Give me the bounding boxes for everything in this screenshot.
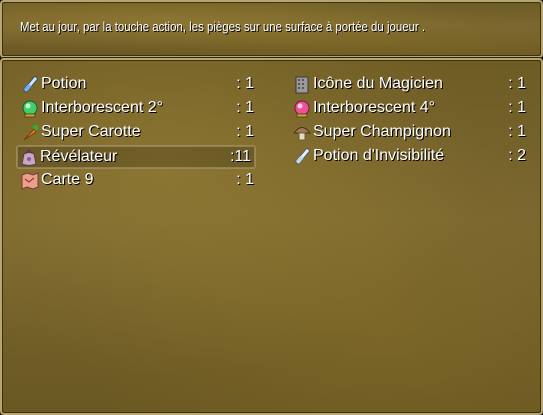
item-potion-invisibilite[interactable]: Potion d'Invisibilité : 2 <box>290 145 530 169</box>
potion-icon <box>295 148 310 165</box>
carrot-icon <box>23 124 39 141</box>
bag-icon <box>21 149 37 166</box>
item-list-window: Potion : 1 Icône du Magicien : 1 Interbo… <box>0 58 543 415</box>
help-window: Met au jour, par la touche action, les p… <box>0 0 543 58</box>
green-orb-icon <box>22 100 38 118</box>
item-revelateur[interactable]: Révélateur :11 <box>16 145 256 169</box>
item-interborescent-2[interactable]: Interborescent 2° : 1 <box>18 97 258 121</box>
item-carte-9[interactable]: Carte 9 : 1 <box>18 169 258 193</box>
item-description: Met au jour, par la touche action, les p… <box>20 19 426 34</box>
magician-book-icon <box>295 76 309 94</box>
mushroom-icon <box>293 127 311 141</box>
item-super-champignon[interactable]: Super Champignon : 1 <box>290 121 530 145</box>
map-icon <box>21 172 39 190</box>
item-magician-icon[interactable]: Icône du Magicien : 1 <box>290 73 530 97</box>
item-super-carotte[interactable]: Super Carotte : 1 <box>18 121 258 145</box>
item-potion[interactable]: Potion : 1 <box>18 73 258 97</box>
potion-icon <box>23 76 38 93</box>
pink-orb-icon <box>294 100 310 118</box>
item-interborescent-4[interactable]: Interborescent 4° : 1 <box>290 97 530 121</box>
